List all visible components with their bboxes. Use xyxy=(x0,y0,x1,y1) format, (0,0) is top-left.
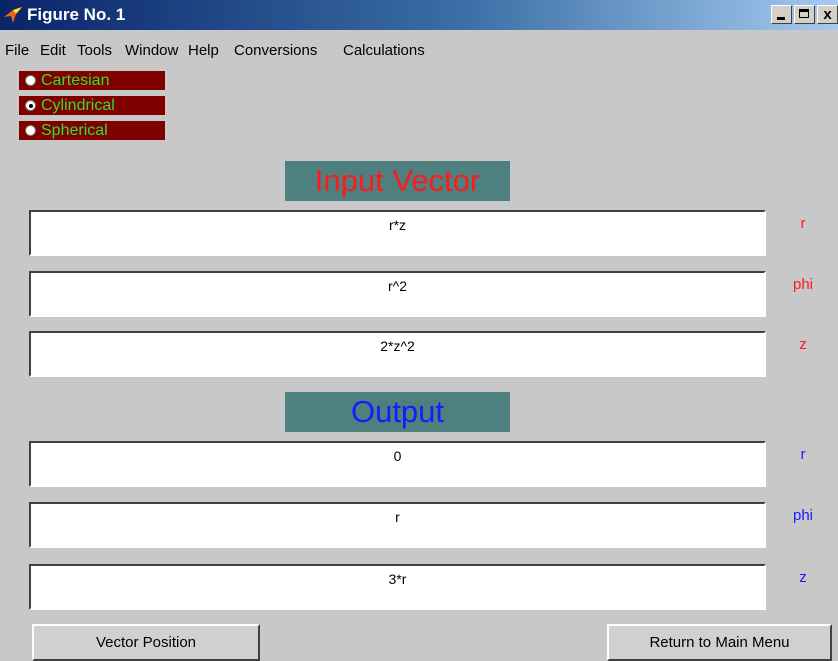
input-label-phi: phi xyxy=(777,270,829,316)
output-value: 0 xyxy=(393,448,402,464)
output-value: 3*r xyxy=(388,571,407,587)
menu-conversions[interactable]: Conversions xyxy=(234,42,317,59)
menu-window[interactable]: Window xyxy=(125,42,178,59)
vector-position-button[interactable]: Vector Position xyxy=(32,624,260,661)
radio-cylindrical[interactable]: Cylindrical xyxy=(19,96,165,115)
radio-cartesian[interactable]: Cartesian xyxy=(19,71,165,90)
radio-label: Cartesian xyxy=(41,72,110,89)
input-field-phi[interactable]: r^2 xyxy=(29,271,766,317)
close-button[interactable]: x xyxy=(817,5,838,24)
output-label-phi: phi xyxy=(777,501,829,547)
menu-bar: File Edit Tools Window Help Conversions … xyxy=(0,32,838,59)
radio-button-selected-icon[interactable] xyxy=(25,100,36,111)
radio-spherical[interactable]: Spherical xyxy=(19,121,165,140)
output-label-r: r xyxy=(777,440,829,486)
output-field-r: 0 xyxy=(29,441,766,487)
menu-file[interactable]: File xyxy=(5,42,29,59)
radio-button-icon[interactable] xyxy=(25,125,36,136)
minimize-button[interactable] xyxy=(771,5,792,24)
menu-help[interactable]: Help xyxy=(188,42,219,59)
input-vector-heading: Input Vector xyxy=(285,161,510,201)
menu-calculations[interactable]: Calculations xyxy=(343,42,425,59)
output-field-z: 3*r xyxy=(29,564,766,610)
input-value: 2*z^2 xyxy=(380,338,415,354)
matlab-logo-icon xyxy=(4,7,22,23)
window-title: Figure No. 1 xyxy=(27,5,126,24)
radio-button-icon[interactable] xyxy=(25,75,36,86)
radio-label: Cylindrical xyxy=(41,97,115,114)
return-to-main-menu-button[interactable]: Return to Main Menu xyxy=(607,624,832,661)
maximize-button[interactable] xyxy=(794,5,815,24)
input-field-r[interactable]: r*z xyxy=(29,210,766,256)
input-value: r^2 xyxy=(387,278,408,294)
menu-tools[interactable]: Tools xyxy=(77,42,112,59)
input-label-z: z xyxy=(777,330,829,376)
menu-edit[interactable]: Edit xyxy=(40,42,66,59)
input-field-z[interactable]: 2*z^2 xyxy=(29,331,766,377)
title-bar: Figure No. 1 x xyxy=(0,0,838,30)
output-heading: Output xyxy=(285,392,510,432)
output-value: r xyxy=(395,509,400,525)
input-label-r: r xyxy=(777,209,829,255)
input-value: r*z xyxy=(388,217,407,233)
radio-label: Spherical xyxy=(41,122,108,139)
output-field-phi: r xyxy=(29,502,766,548)
output-label-z: z xyxy=(777,563,829,609)
